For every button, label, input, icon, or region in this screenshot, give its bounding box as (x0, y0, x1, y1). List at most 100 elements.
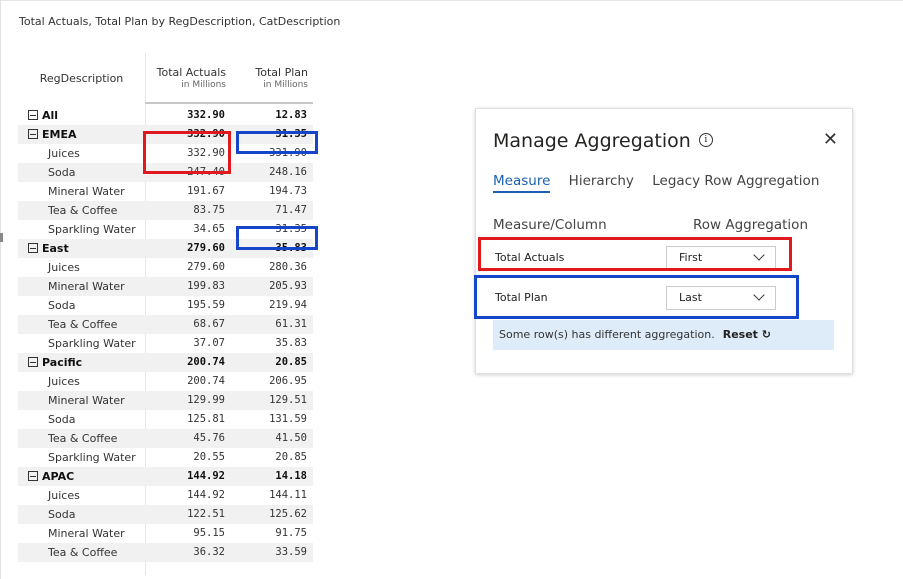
total-actuals-cell: 200.74 (187, 356, 225, 368)
row-label: Sparkling Water (48, 220, 136, 239)
row-label-text: Mineral Water (48, 394, 125, 407)
header-regdescription[interactable]: RegDescription (18, 53, 145, 103)
info-icon[interactable]: i (698, 133, 713, 147)
total-actuals-cell: 68.67 (193, 318, 225, 330)
row-label-text: Juices (48, 147, 80, 160)
row-label-text: Tea & Coffee (48, 204, 118, 217)
row-label: Mineral Water (48, 182, 125, 201)
highlight-sparkling-plan (236, 226, 318, 250)
total-plan-cell: 194.73 (269, 185, 307, 197)
total-actuals-cell: 83.75 (193, 204, 225, 216)
visual-title: Total Actuals, Total Plan by RegDescript… (19, 15, 341, 28)
table-row: Sparkling Water 37.07 35.83 (18, 334, 313, 353)
collapse-icon[interactable] (28, 357, 38, 367)
header-total-plan[interactable]: Total Plan in Millions (228, 67, 308, 91)
total-plan-cell: 219.94 (269, 299, 307, 311)
total-actuals-cell: 129.99 (187, 394, 225, 406)
row-label: Mineral Water (48, 524, 125, 543)
row-label-text: Sparkling Water (48, 223, 136, 236)
row-label: Tea & Coffee (48, 543, 117, 562)
row-label[interactable]: East (28, 239, 69, 258)
row-label[interactable]: EMEA (28, 125, 77, 144)
row-label-text: East (42, 242, 69, 255)
table-row: Juices 144.92 144.11 (18, 486, 313, 505)
total-plan-cell: 71.47 (275, 204, 307, 216)
total-plan-cell: 280.36 (269, 261, 307, 273)
table-row: Mineral Water 199.83 205.93 (18, 277, 313, 296)
row-label: Tea & Coffee (48, 201, 117, 220)
tab-legacy-row-aggregation[interactable]: Legacy Row Aggregation (652, 173, 819, 191)
table-row: Tea & Coffee 68.67 61.31 (18, 315, 313, 334)
total-plan-cell: 20.85 (275, 356, 307, 368)
tab-hierarchy[interactable]: Hierarchy (569, 173, 634, 191)
row-label-text: Sparkling Water (48, 337, 136, 350)
collapse-icon[interactable] (28, 471, 38, 481)
row-label-text: Pacific (42, 356, 83, 369)
row-label: Sparkling Water (48, 448, 136, 467)
total-actuals-cell: 144.92 (187, 470, 225, 482)
highlight-emea-actuals (143, 131, 231, 174)
total-plan-cell: 33.59 (275, 546, 307, 558)
reset-icon: ↻ (761, 328, 771, 341)
total-actuals-cell: 37.07 (193, 337, 225, 349)
total-actuals-cell: 332.90 (187, 109, 225, 121)
header-total-actuals-sub: in Millions (181, 80, 226, 90)
total-plan-cell: 41.50 (275, 432, 307, 444)
table-row: Tea & Coffee 36.32 33.59 (18, 543, 313, 562)
row-label-text: Sparkling Water (48, 451, 136, 464)
highlight-plan-aggregation (474, 275, 799, 319)
reset-button[interactable]: Reset ↻ (723, 328, 771, 341)
row-label[interactable]: All (28, 106, 58, 125)
close-icon[interactable]: ✕ (823, 129, 838, 150)
resize-handle[interactable] (0, 233, 3, 242)
total-plan-cell: 129.51 (269, 394, 307, 406)
row-label-text: Juices (48, 375, 80, 388)
row-label-text: Soda (48, 413, 76, 426)
top-border (0, 0, 903, 1)
total-actuals-cell: 199.83 (187, 280, 225, 292)
table-row: Soda 125.81 131.59 (18, 410, 313, 429)
row-label-text: Tea & Coffee (48, 318, 118, 331)
collapse-icon[interactable] (28, 129, 38, 139)
group-row: APAC 144.92 14.18 (18, 467, 313, 486)
row-label[interactable]: Pacific (28, 353, 82, 372)
row-label: Juices (48, 144, 80, 163)
total-actuals-cell: 122.51 (187, 508, 225, 520)
total-plan-cell: 205.93 (269, 280, 307, 292)
row-label: Tea & Coffee (48, 315, 117, 334)
row-label: Sparkling Water (48, 334, 136, 353)
total-actuals-cell: 20.55 (193, 451, 225, 463)
total-plan-cell: 14.18 (275, 470, 307, 482)
message-text: Some row(s) has different aggregation. (499, 328, 715, 341)
table-row: Soda 195.59 219.94 (18, 296, 313, 315)
total-plan-cell: 144.11 (269, 489, 307, 501)
header-underline (145, 102, 313, 104)
matrix-header: RegDescription Total Actuals in Millions… (18, 53, 313, 103)
total-actuals-cell: 195.59 (187, 299, 225, 311)
total-actuals-cell: 36.32 (193, 546, 225, 558)
header-total-actuals[interactable]: Total Actuals in Millions (146, 67, 226, 91)
highlight-emea-plan (236, 131, 318, 154)
collapse-icon[interactable] (28, 243, 38, 253)
total-actuals-cell: 144.92 (187, 489, 225, 501)
panel-title-text: Manage Aggregation (493, 130, 691, 152)
row-label-text: EMEA (42, 128, 77, 141)
tab-measure[interactable]: Measure (493, 173, 551, 193)
row-label: Soda (48, 163, 75, 182)
total-actuals-cell: 200.74 (187, 375, 225, 387)
panel-title: Manage Aggregation i (493, 130, 713, 152)
row-label-text: Mineral Water (48, 185, 125, 198)
row-label[interactable]: APAC (28, 467, 74, 486)
total-plan-cell: 20.85 (275, 451, 307, 463)
row-label-text: Soda (48, 166, 76, 179)
total-actuals-cell: 125.81 (187, 413, 225, 425)
total-actuals-cell: 45.76 (193, 432, 225, 444)
row-label: Juices (48, 258, 80, 277)
row-label-text: APAC (42, 470, 75, 483)
total-actuals-cell: 191.67 (187, 185, 225, 197)
total-actuals-cell: 95.15 (193, 527, 225, 539)
collapse-icon[interactable] (28, 110, 38, 120)
total-actuals-cell: 279.60 (187, 261, 225, 273)
table-row: Soda 122.51 125.62 (18, 505, 313, 524)
row-label: Mineral Water (48, 391, 125, 410)
